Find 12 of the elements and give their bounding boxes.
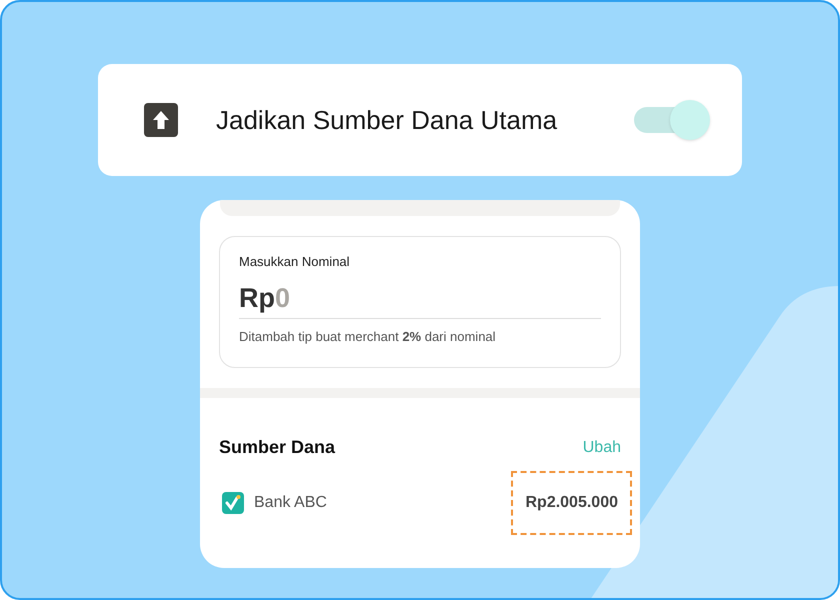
toggle-switch[interactable] [634, 100, 710, 140]
source-title: Sumber Dana [219, 436, 336, 459]
amount-input[interactable]: 0 [275, 278, 475, 318]
arrow-up-icon [144, 103, 178, 137]
nominal-label: Masukkan Nominal [239, 254, 351, 270]
account-name: Bank ABC [254, 493, 328, 513]
tip-note: Ditambah tip buat merchant 2% dari nominal [239, 328, 497, 346]
balance-amount: Rp2.005.000 [511, 471, 632, 535]
check-logo-icon [222, 492, 244, 514]
change-link[interactable]: Ubah [582, 436, 621, 460]
currency-prefix: Rp [239, 282, 275, 315]
setting-label: Jadikan Sumber Dana Utama [216, 104, 558, 136]
